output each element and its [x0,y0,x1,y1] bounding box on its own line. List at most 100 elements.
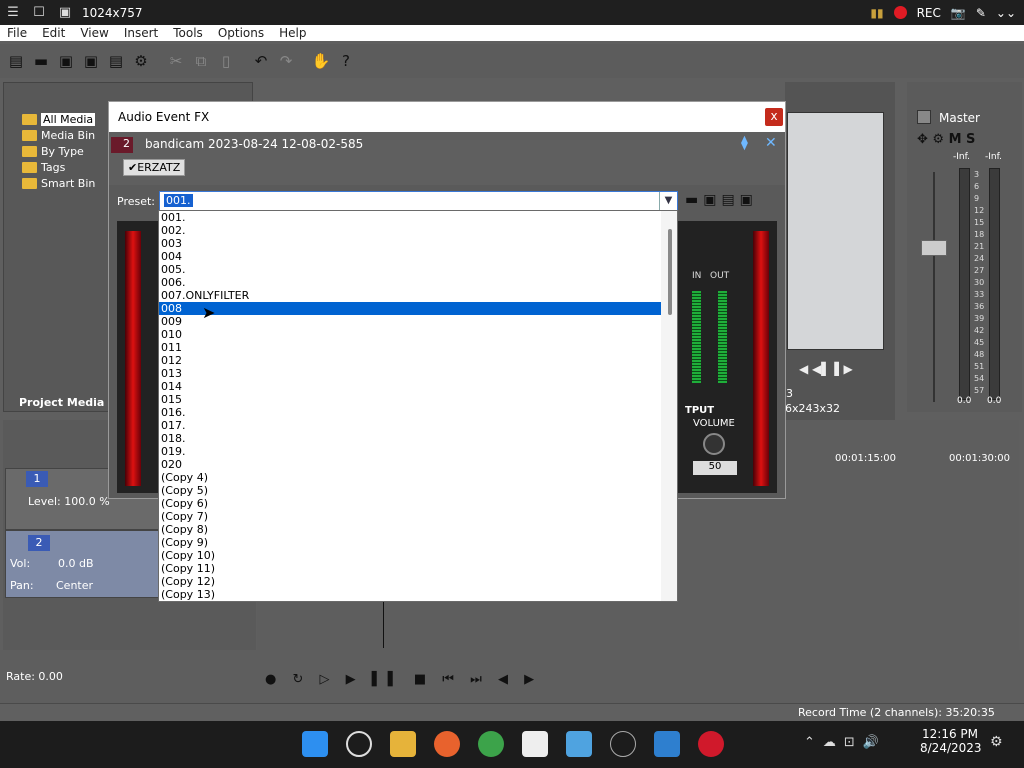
plugin-erzatz-button[interactable]: ✔ERZATZ [123,159,186,176]
preset-select[interactable]: 001. ▼ [159,191,678,211]
list-item[interactable]: 016. [159,406,661,419]
firefox-icon[interactable] [434,731,460,757]
menu-tools[interactable]: Tools [166,26,211,40]
list-item[interactable]: 019. [159,445,661,458]
properties-icon[interactable]: ⚙ [131,51,151,71]
list-item[interactable]: 007.ONLYFILTER [159,289,661,302]
list-item[interactable]: (Copy 10) [159,549,661,562]
redo-icon[interactable]: ↷ [276,51,296,71]
tree-item-media-bin[interactable]: Media Bin [22,127,112,143]
left-red-bar [125,231,141,486]
undo-icon[interactable]: ↶ [251,51,271,71]
tree-item-tags[interactable]: Tags [22,159,112,175]
menu-edit[interactable]: Edit [35,26,73,40]
pen-icon[interactable]: ✎ [976,6,986,20]
clock[interactable]: 12:16 PM 8/24/2023 [920,727,982,755]
list-item[interactable]: (Copy 4) [159,471,661,484]
menu-file[interactable]: File [0,26,35,40]
list-item[interactable]: 018. [159,432,661,445]
save-as-icon[interactable]: ▣ [81,51,101,71]
app-icon[interactable] [610,731,636,757]
menu-icon[interactable]: ☰ [0,5,26,20]
rec-label[interactable]: REC [917,6,941,20]
cube-app-icon[interactable] [654,731,680,757]
list-item[interactable]: 009 [159,315,661,328]
menu-options[interactable]: Options [211,26,272,40]
list-item[interactable]: 012 [159,354,661,367]
list-item[interactable]: (Copy 8) [159,523,661,536]
menu-help[interactable]: Help [272,26,314,40]
chevron-down-icon[interactable]: ▼ [659,192,677,210]
master-fader[interactable] [921,172,947,402]
tree-item-smart-bin[interactable]: Smart Bin [22,175,112,191]
list-item[interactable]: 002. [159,224,661,237]
render-icon[interactable]: ▤ [106,51,126,71]
collapse-icon[interactable]: ⌄⌄ [996,6,1016,20]
file-explorer-icon[interactable] [390,731,416,757]
list-item[interactable]: 015 [159,393,661,406]
master-left-meter [959,168,970,400]
preview-transport[interactable]: ◀ ◀▌ ▌▶ [799,362,853,376]
project-media-label[interactable]: Project Media [19,396,104,409]
bandicam-icon[interactable] [698,731,724,757]
menu-view[interactable]: View [73,26,116,40]
preset-buttons[interactable]: ▬▣▤▣ [685,192,758,208]
event-name: bandicam 2023-08-24 12-08-02-585 [145,137,364,151]
list-item[interactable]: (Copy 13) [159,588,661,601]
list-item[interactable]: 014 [159,380,661,393]
folder-icon [22,129,37,141]
mouse-cursor-icon: ➤ [202,303,216,322]
7zip-icon[interactable] [522,731,548,757]
list-item[interactable]: (Copy 9) [159,536,661,549]
list-item[interactable]: (Copy 12) [159,575,661,588]
dialog-close-button[interactable]: x [765,108,783,126]
list-item[interactable]: (Copy 5) [159,484,661,497]
camera-icon[interactable]: 📷 [951,6,966,20]
stack-icon: ▮▮ [870,5,884,20]
list-item[interactable]: 020 [159,458,661,471]
list-item[interactable]: 017. [159,419,661,432]
list-item[interactable]: 004 [159,250,661,263]
list-item[interactable]: 013 [159,367,661,380]
chrome-icon[interactable] [478,731,504,757]
master-toggle[interactable] [917,110,931,124]
tree-item-all-media[interactable]: All Media [22,111,112,127]
list-item[interactable]: (Copy 7) [159,510,661,523]
remove-plugin-icon[interactable]: ✕ [765,135,777,151]
save-icon[interactable]: ▣ [56,51,76,71]
list-item[interactable]: (Copy 6) [159,497,661,510]
record-icon[interactable] [893,6,907,19]
list-item[interactable]: (Copy 11) [159,562,661,575]
paste-icon[interactable]: ▯ [216,51,236,71]
tree-item-by-type[interactable]: By Type [22,143,112,159]
list-item[interactable]: 011 [159,341,661,354]
copy-icon[interactable]: ⧉ [191,51,211,71]
track-1-level: Level: 100.0 % [28,495,110,508]
plug-chain-icon[interactable]: ⧫ [741,135,748,151]
snap-icon[interactable]: ✋ [311,51,331,71]
list-item[interactable]: 006. [159,276,661,289]
window-icon[interactable]: ☐ [26,5,52,20]
open-icon[interactable]: ▬ [31,51,51,71]
scrollbar-thumb[interactable] [668,229,672,315]
list-item[interactable]: 005. [159,263,661,276]
master-buttons[interactable]: ✥ ⚙ M S [917,132,975,147]
cut-icon[interactable]: ✂ [166,51,186,71]
search-icon[interactable] [346,731,372,757]
menu-insert[interactable]: Insert [117,26,166,40]
start-icon[interactable] [302,731,328,757]
playhead[interactable] [383,600,384,648]
transport-buttons[interactable]: ● ↻ ▷ ▶ ▌▌ ■ ⏮ ⏭ ◀ ▶ [265,672,540,687]
vegas-icon[interactable] [566,731,592,757]
preset-dropdown-list[interactable]: 001. 002. 003 004 005. 006. 007.ONLYFILT… [158,210,678,602]
dropdown-scrollbar[interactable] [661,211,677,601]
notification-icon[interactable]: ⚙ [990,734,1003,750]
tray-icons[interactable]: ⌃☁⊡🔊 [804,735,887,750]
new-icon[interactable]: ▤ [6,51,26,71]
folder-icon [22,145,37,157]
help-icon[interactable]: ? [336,51,356,71]
volume-knob[interactable] [703,433,725,455]
list-item-selected[interactable]: 008 [159,302,661,315]
list-item[interactable]: 010 [159,328,661,341]
list-item[interactable]: 003 [159,237,661,250]
